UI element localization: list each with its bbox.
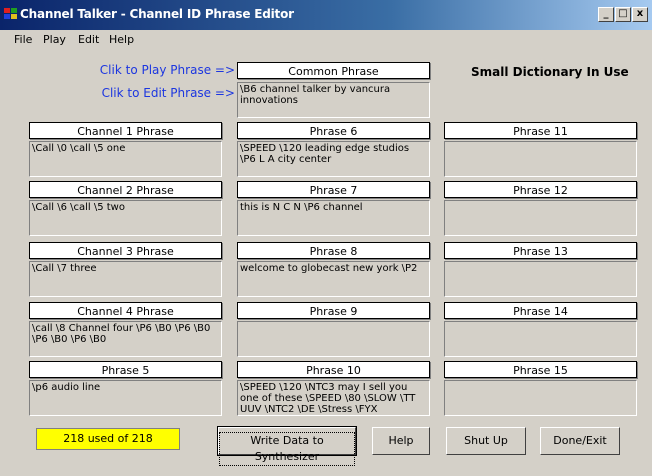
phrase-9-play-button[interactable]: Phrase 9 bbox=[237, 302, 430, 319]
menu-play[interactable]: Play bbox=[43, 33, 66, 46]
channel-2-play-button[interactable]: Channel 2 Phrase bbox=[29, 181, 222, 198]
phrase-11-text[interactable] bbox=[444, 141, 637, 177]
channel-1-phrase-text[interactable]: \Call \0 \call \5 one bbox=[29, 141, 222, 177]
done-exit-button[interactable]: Done/Exit bbox=[540, 427, 620, 455]
menu-file[interactable]: File bbox=[14, 33, 32, 46]
menu-help[interactable]: Help bbox=[109, 33, 134, 46]
phrase-10-play-button[interactable]: Phrase 10 bbox=[237, 361, 430, 378]
phrase-8-text[interactable]: welcome to globecast new york \P2 bbox=[237, 261, 430, 297]
phrase-5-play-button[interactable]: Phrase 5 bbox=[29, 361, 222, 378]
channel-3-play-button[interactable]: Channel 3 Phrase bbox=[29, 242, 222, 259]
phrase-5-text[interactable]: \p6 audio line bbox=[29, 380, 222, 416]
bytes-used-counter: 218 used of 218 bbox=[36, 428, 180, 450]
phrase-13-play-button[interactable]: Phrase 13 bbox=[444, 242, 637, 259]
phrase-12-play-button[interactable]: Phrase 12 bbox=[444, 181, 637, 198]
maximize-button[interactable]: □ bbox=[615, 7, 631, 22]
play-hint-label: Clik to Play Phrase => bbox=[99, 63, 235, 77]
write-data-button[interactable]: Write Data to Synthesizer bbox=[217, 426, 357, 466]
channel-1-play-button[interactable]: Channel 1 Phrase bbox=[29, 122, 222, 139]
phrase-15-text[interactable] bbox=[444, 380, 637, 416]
title-bar[interactable]: Channel Talker - Channel ID Phrase Edito… bbox=[0, 0, 652, 30]
channel-3-phrase-text[interactable]: \Call \7 three bbox=[29, 261, 222, 297]
phrase-7-play-button[interactable]: Phrase 7 bbox=[237, 181, 430, 198]
window-controls: _ □ x bbox=[597, 7, 648, 22]
phrase-6-text[interactable]: \SPEED \120 leading edge studios \P6 L A… bbox=[237, 141, 430, 177]
shut-up-button[interactable]: Shut Up bbox=[446, 427, 526, 455]
app-icon[interactable] bbox=[4, 8, 18, 20]
phrase-14-text[interactable] bbox=[444, 321, 637, 357]
phrase-13-text[interactable] bbox=[444, 261, 637, 297]
write-data-label: Write Data to Synthesizer bbox=[219, 432, 355, 466]
channel-4-play-button[interactable]: Channel 4 Phrase bbox=[29, 302, 222, 319]
channel-4-phrase-text[interactable]: \call \8 Channel four \P6 \B0 \P6 \B0 \P… bbox=[29, 321, 222, 357]
menu-bar: File Play Edit Help bbox=[0, 30, 652, 50]
phrase-15-play-button[interactable]: Phrase 15 bbox=[444, 361, 637, 378]
dictionary-label: Small Dictionary In Use bbox=[471, 65, 629, 79]
window-title: Channel Talker - Channel ID Phrase Edito… bbox=[20, 7, 294, 21]
phrase-6-play-button[interactable]: Phrase 6 bbox=[237, 122, 430, 139]
phrase-12-text[interactable] bbox=[444, 200, 637, 236]
close-button[interactable]: x bbox=[632, 7, 648, 22]
channel-2-phrase-text[interactable]: \Call \6 \call \5 two bbox=[29, 200, 222, 236]
common-phrase-text[interactable]: \B6 channel talker by vancura innovation… bbox=[237, 82, 430, 118]
edit-hint-label: Clik to Edit Phrase => bbox=[101, 86, 235, 100]
help-button[interactable]: Help bbox=[372, 427, 430, 455]
phrase-8-play-button[interactable]: Phrase 8 bbox=[237, 242, 430, 259]
menu-edit[interactable]: Edit bbox=[78, 33, 99, 46]
phrase-10-text[interactable]: \SPEED \120 \NTC3 may I sell you one of … bbox=[237, 380, 430, 416]
phrase-14-play-button[interactable]: Phrase 14 bbox=[444, 302, 637, 319]
phrase-9-text[interactable] bbox=[237, 321, 430, 357]
phrase-11-play-button[interactable]: Phrase 11 bbox=[444, 122, 637, 139]
minimize-button[interactable]: _ bbox=[598, 7, 614, 22]
phrase-7-text[interactable]: this is N C N \P6 channel bbox=[237, 200, 430, 236]
common-phrase-play-button[interactable]: Common Phrase bbox=[237, 62, 430, 79]
